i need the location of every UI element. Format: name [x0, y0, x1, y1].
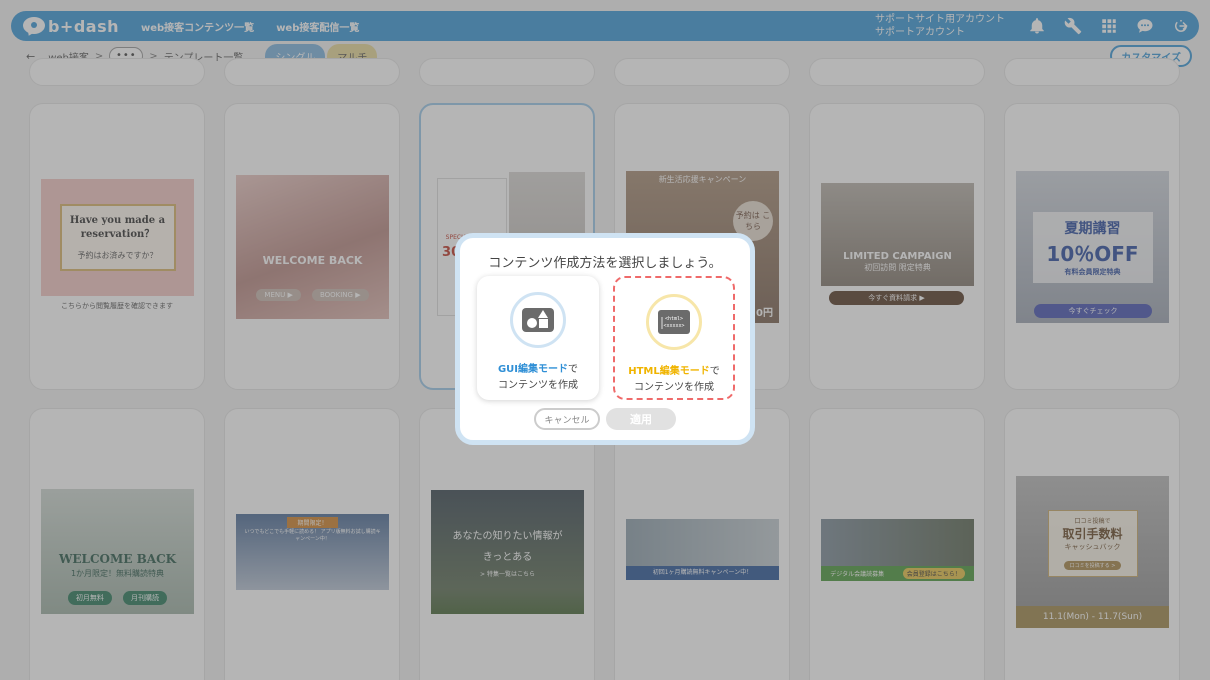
cancel-button[interactable]: キャンセル [534, 408, 600, 430]
html-mode-name: HTML編集モード [628, 366, 710, 377]
html-mode-suffix: で [709, 366, 720, 377]
gui-option-label: GUI編集モードで コンテンツを作成 [477, 362, 599, 394]
gui-mode-suffix: で [568, 364, 579, 375]
html-code-icon: <html> <xxxxx> [646, 294, 702, 350]
html-option-line2: コンテンツを作成 [634, 382, 714, 393]
svg-text:<xxxxx>: <xxxxx> [663, 323, 684, 329]
html-option-label: HTML編集モードで コンテンツを作成 [615, 364, 733, 396]
html-edit-mode-option[interactable]: <html> <xxxxx> HTML編集モードで コンテンツを作成 [613, 276, 735, 400]
modal-title: コンテンツ作成方法を選択しましょう。 [488, 256, 722, 271]
gui-option-line2: コンテンツを作成 [498, 380, 578, 391]
gui-mode-name: GUI編集モード [497, 364, 569, 375]
svg-text:<html>: <html> [665, 316, 683, 322]
apply-button[interactable]: 適用 [606, 408, 676, 430]
create-method-modal: コンテンツ作成方法を選択しましょう。 GUI編集モードで コンテンツを作成 <h… [455, 233, 755, 445]
modal-button-row: キャンセル 適用 [460, 408, 750, 430]
gui-shapes-icon [510, 292, 566, 348]
gui-edit-mode-option[interactable]: GUI編集モードで コンテンツを作成 [477, 276, 599, 400]
